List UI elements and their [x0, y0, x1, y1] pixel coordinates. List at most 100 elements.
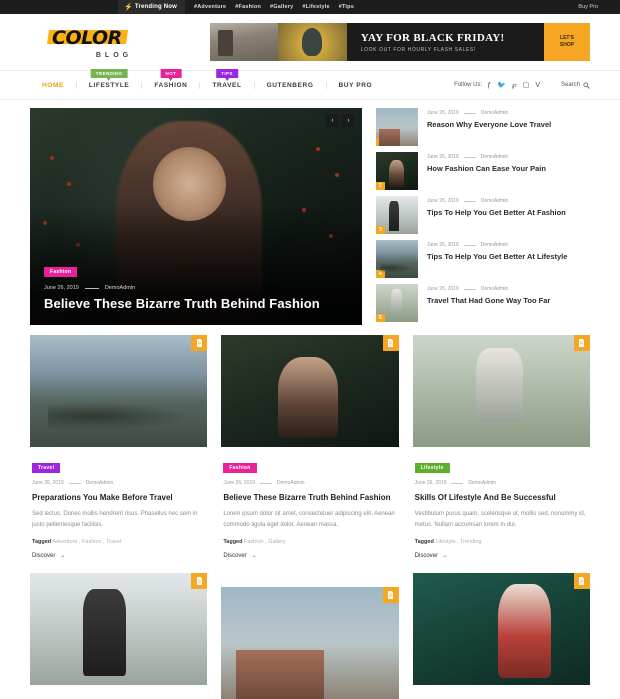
- vimeo-icon[interactable]: V: [535, 82, 540, 89]
- post-card-author[interactable]: DemoAdmin: [277, 480, 305, 486]
- list-item-author[interactable]: DemoAdmin: [481, 242, 509, 248]
- banner-image: [210, 23, 347, 61]
- post-card-category[interactable]: Fashion: [223, 463, 257, 473]
- list-item-author[interactable]: DemoAdmin: [481, 286, 509, 292]
- post-card[interactable]: Lifestyle June 26, 2019 DemoAdmin Skills…: [412, 335, 590, 560]
- nav-badge-trending: TRENDING: [90, 68, 128, 81]
- hero-author[interactable]: DemoAdmin: [105, 285, 135, 291]
- list-item-thumbnail: 3: [376, 196, 418, 234]
- list-item-title[interactable]: Tips To Help You Get Better At Fashion: [427, 208, 566, 219]
- banner-subtitle: LOOK OUT FOR HOURLY FLASH SALES!: [360, 46, 476, 53]
- list-item-body: June 26, 2019 DemoAdmin Reason Why Every…: [427, 108, 551, 131]
- list-item-date: June 26, 2019: [427, 154, 459, 160]
- slider-prev-button[interactable]: ‹: [326, 114, 339, 127]
- pinterest-icon[interactable]: ℘: [512, 82, 517, 89]
- post-card-date: June 26, 2019: [414, 480, 447, 486]
- topbar-buy-pro-link[interactable]: Buy Pro: [578, 4, 598, 10]
- nav-item-buy-pro[interactable]: BUY PRO: [327, 82, 385, 89]
- list-item[interactable]: 2 June 26, 2019 DemoAdmin How Fashion Ca…: [376, 152, 590, 190]
- social-icon-list: ƒ 🐦 ℘ ▢ V: [487, 82, 540, 89]
- hero-category-badge[interactable]: Fashion: [44, 267, 78, 277]
- post-card-category[interactable]: Travel: [32, 463, 61, 473]
- tag-list[interactable]: Fashion , Gallery: [244, 539, 286, 545]
- trending-tag-fashion[interactable]: #Fashion: [235, 4, 261, 10]
- post-card-category[interactable]: Lifestyle: [414, 463, 450, 473]
- list-item-body: June 26, 2019 DemoAdmin Tips To Help You…: [427, 196, 566, 219]
- logo-subtitle: BLOG: [95, 51, 133, 59]
- list-item-author[interactable]: DemoAdmin: [481, 110, 509, 116]
- post-card[interactable]: [221, 573, 399, 699]
- trending-tag-list[interactable]: #Adventure #Fashion #Gallery #Lifestyle …: [194, 4, 354, 10]
- trending-tag-tips[interactable]: #Tips: [339, 4, 354, 10]
- list-item-body: June 26, 2019 DemoAdmin Tips To Help You…: [427, 240, 567, 263]
- nav-badge-hot: HOT: [160, 68, 182, 81]
- list-item[interactable]: 1 June 26, 2019 DemoAdmin Reason Why Eve…: [376, 108, 590, 146]
- list-item-title[interactable]: Tips To Help You Get Better At Lifestyle: [427, 252, 567, 263]
- banner-shop-button[interactable]: LET'S SHOP: [544, 23, 590, 61]
- trending-tag-lifestyle[interactable]: #Lifestyle: [302, 4, 329, 10]
- nav-item-travel[interactable]: TIPS TRAVEL: [200, 68, 255, 89]
- post-card-title[interactable]: Believe These Bizarre Truth Behind Fashi…: [223, 492, 396, 504]
- twitter-icon[interactable]: 🐦: [497, 82, 506, 89]
- list-item-thumbnail: 5: [376, 284, 418, 322]
- post-card[interactable]: Fashion June 26, 2019 DemoAdmin Believe …: [221, 335, 399, 560]
- header-ad-banner[interactable]: YAY FOR BLACK FRIDAY! LOOK OUT FOR HOURL…: [210, 23, 590, 61]
- post-card-image[interactable]: [412, 573, 590, 686]
- post-card-image[interactable]: [221, 587, 399, 699]
- list-item-rank: 1: [376, 138, 385, 146]
- list-item[interactable]: 3 June 26, 2019 DemoAdmin Tips To Help Y…: [376, 196, 590, 234]
- nav-list: HOME TRENDING LIFESTYLE HOT FASHION TIPS…: [30, 68, 385, 89]
- trending-tag-gallery[interactable]: #Gallery: [270, 4, 293, 10]
- post-card[interactable]: Travel June 26, 2019 DemoAdmin Preparati…: [30, 335, 208, 560]
- list-item-author[interactable]: DemoAdmin: [481, 154, 509, 160]
- tag-list[interactable]: Lifestyle , Trending: [435, 539, 481, 545]
- hero-post-title[interactable]: Believe These Bizarre Truth Behind Fashi…: [44, 296, 320, 311]
- post-card-discover-link[interactable]: Discover →: [415, 553, 588, 559]
- facebook-icon[interactable]: ƒ: [487, 82, 491, 89]
- site-header: COLOR BLOG YAY FOR BLACK FRIDAY! LOOK OU…: [0, 14, 620, 70]
- post-card[interactable]: [412, 573, 590, 699]
- list-item-author[interactable]: DemoAdmin: [481, 198, 509, 204]
- lightning-bolt-icon: ⚡: [124, 3, 133, 11]
- list-item-date: June 26, 2019: [427, 286, 459, 292]
- site-logo[interactable]: COLOR BLOG: [30, 26, 180, 59]
- search-toggle[interactable]: Search: [561, 81, 590, 89]
- list-item-date: June 26, 2019: [427, 242, 459, 248]
- post-card-author[interactable]: DemoAdmin: [468, 480, 496, 486]
- nav-item-home[interactable]: HOME: [30, 81, 77, 89]
- logo-text: COLOR: [52, 26, 122, 49]
- post-card-title[interactable]: Skills Of Lifestyle And Be Successful: [415, 492, 588, 504]
- slider-next-button[interactable]: ›: [342, 114, 355, 127]
- post-card-image[interactable]: [30, 335, 208, 447]
- post-card-excerpt: Vestibulum purus quam, scelerisque ut, m…: [414, 511, 586, 529]
- list-item-title[interactable]: Reason Why Everyone Love Travel: [427, 120, 551, 131]
- tag-list[interactable]: Adventure , Fashion , Travel: [52, 539, 121, 545]
- post-card-image[interactable]: [412, 335, 590, 447]
- tagged-label: Tagged: [32, 539, 52, 546]
- list-item-date: June 26, 2019: [427, 110, 459, 116]
- nav-item-gutenberg[interactable]: GUTENBERG: [255, 81, 327, 89]
- list-item-thumbnail: 4: [376, 240, 418, 278]
- hero-slider-controls[interactable]: ‹ ›: [326, 114, 355, 127]
- list-item[interactable]: 4 June 26, 2019 DemoAdmin Tips To Help Y…: [376, 240, 590, 278]
- post-card-discover-link[interactable]: Discover →: [223, 553, 396, 559]
- trending-tag-adventure[interactable]: #Adventure: [194, 4, 226, 10]
- instagram-icon[interactable]: ▢: [523, 82, 530, 89]
- list-item-title[interactable]: Travel That Had Gone Way Too Far: [427, 296, 550, 307]
- trending-now-text: Trending Now: [134, 4, 177, 10]
- hero-slider[interactable]: ‹ › Fashion June 26, 2019 DemoAdmin Beli…: [30, 108, 362, 325]
- post-card-discover-link[interactable]: Discover →: [32, 553, 205, 559]
- meta-divider: [463, 288, 476, 290]
- post-card[interactable]: [30, 573, 208, 699]
- nav-item-fashion[interactable]: HOT FASHION: [142, 68, 201, 89]
- post-card-image[interactable]: [30, 573, 208, 686]
- list-item-title[interactable]: How Fashion Can Ease Your Pain: [427, 164, 546, 175]
- post-card-title[interactable]: Preparations You Make Before Travel: [32, 492, 205, 504]
- nav-item-lifestyle[interactable]: TRENDING LIFESTYLE: [77, 68, 143, 89]
- list-item-meta: June 26, 2019 DemoAdmin: [427, 110, 551, 116]
- meta-divider: [463, 200, 476, 202]
- post-card-author[interactable]: DemoAdmin: [86, 480, 114, 486]
- banner-photo-left: [210, 23, 279, 61]
- list-item[interactable]: 5 June 26, 2019 DemoAdmin Travel That Ha…: [376, 284, 590, 322]
- post-card-image[interactable]: [221, 335, 399, 447]
